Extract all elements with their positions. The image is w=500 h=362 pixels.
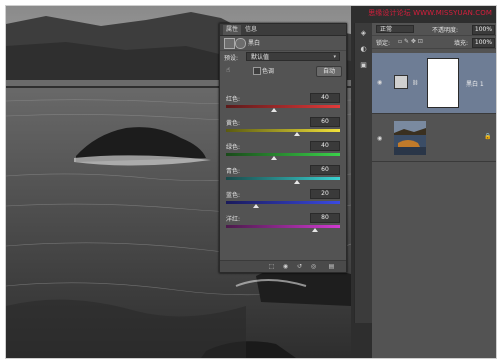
mask-icon[interactable] bbox=[235, 38, 246, 49]
adjustment-title: 黑白 bbox=[248, 40, 261, 47]
clip-to-layer-icon[interactable]: ⬚ bbox=[268, 263, 275, 270]
blend-row: 正常 不透明度: 100% bbox=[372, 23, 496, 36]
slider-thumb[interactable] bbox=[293, 132, 300, 136]
slider-track[interactable] bbox=[226, 201, 340, 204]
link-icon[interactable]: ⛓ bbox=[412, 80, 418, 86]
slider-thumb[interactable] bbox=[252, 204, 259, 208]
slider-thumb[interactable] bbox=[270, 108, 277, 112]
slider-thumb[interactable] bbox=[311, 228, 318, 232]
slider-label: 青色: bbox=[226, 168, 241, 175]
blend-mode-select[interactable]: 正常 bbox=[376, 25, 414, 33]
layer-name[interactable]: 黑白 1 bbox=[466, 79, 484, 88]
delete-icon[interactable]: ▤ bbox=[328, 263, 335, 270]
slider-label: 洋红: bbox=[226, 216, 241, 223]
adjustment-layer-icon[interactable] bbox=[224, 38, 235, 49]
opacity-label: 不透明度: bbox=[432, 27, 459, 34]
slider-label: 绿色: bbox=[226, 144, 241, 151]
adjustment-header: 黑白 bbox=[220, 36, 346, 51]
color-icon[interactable]: ◈ bbox=[359, 29, 368, 38]
visibility-icon[interactable]: ◎ bbox=[310, 263, 317, 270]
eye-icon[interactable]: ◉ bbox=[377, 135, 384, 142]
slider-label: 红色: bbox=[226, 96, 241, 103]
preset-label: 预设: bbox=[224, 55, 239, 62]
preset-value: 默认值 bbox=[251, 54, 270, 61]
slider-value-field[interactable]: 80 bbox=[310, 213, 340, 223]
properties-tabbar: 属性 信息 bbox=[220, 24, 346, 36]
lock-icons[interactable]: ▫ ✎ ✥ ⊡ bbox=[398, 38, 423, 45]
layers-panel: 正常 不透明度: 100% 锁定: ▫ ✎ ✥ ⊡ 填充: 100% ◉ ⛓ 黑… bbox=[372, 23, 496, 358]
watermark: 思缘设计论坛 WWW.MISSYUAN.COM bbox=[368, 9, 492, 17]
slider-value-field[interactable]: 40 bbox=[310, 93, 340, 103]
slider-value-field[interactable]: 20 bbox=[310, 189, 340, 199]
layer-thumbnail bbox=[394, 121, 426, 155]
slider-track[interactable] bbox=[226, 153, 340, 156]
slider-track[interactable] bbox=[226, 225, 340, 228]
preset-select[interactable]: 默认值 ▾ bbox=[246, 52, 340, 61]
styles-icon[interactable]: ▣ bbox=[359, 61, 368, 70]
layer-mask-thumbnail[interactable] bbox=[427, 58, 459, 108]
lock-label: 锁定: bbox=[376, 40, 391, 47]
properties-panel: 属性 信息 黑白 预设: 默认值 ▾ ☝ 色调 自动 红色: 40 黄色: 60 绿色:… bbox=[219, 23, 347, 273]
lock-row: 锁定: ▫ ✎ ✥ ⊡ 填充: 100% bbox=[372, 36, 496, 49]
adjustments-icon[interactable]: ◐ bbox=[359, 45, 368, 54]
slider-track[interactable] bbox=[226, 105, 340, 108]
reset-icon[interactable]: ↺ bbox=[296, 263, 303, 270]
slider-thumb[interactable] bbox=[293, 180, 300, 184]
fill-field[interactable]: 100% bbox=[472, 38, 495, 48]
view-previous-icon[interactable]: ◉ bbox=[282, 263, 289, 270]
lock-icon: 🔒 bbox=[484, 133, 492, 140]
tint-checkbox[interactable] bbox=[253, 67, 261, 75]
fill-label: 填充: bbox=[454, 40, 469, 47]
slider-value-field[interactable]: 60 bbox=[310, 117, 340, 127]
opacity-field[interactable]: 100% bbox=[472, 25, 495, 35]
targeted-adjustment-icon[interactable]: ☝ bbox=[226, 66, 230, 74]
tab-info[interactable]: 信息 bbox=[242, 25, 260, 35]
layer-row-bw[interactable]: ◉ ⛓ 黑白 1 bbox=[372, 53, 496, 114]
tint-label: 色调 bbox=[262, 68, 275, 75]
panel-icon-strip: ◈ ◐ ▣ bbox=[354, 23, 373, 323]
adjustment-thumb-icon bbox=[394, 75, 408, 89]
layer-row-background[interactable]: ◉ 🔒 bbox=[372, 115, 496, 162]
slider-thumb[interactable] bbox=[270, 156, 277, 160]
tab-properties[interactable]: 属性 bbox=[223, 25, 242, 35]
properties-footer: ⬚ ◉ ↺ ◎ ▤ bbox=[220, 260, 346, 272]
slider-track[interactable] bbox=[226, 177, 340, 180]
slider-value-field[interactable]: 60 bbox=[310, 165, 340, 175]
chevron-down-icon: ▾ bbox=[333, 54, 336, 60]
photoshop-window: 属性 信息 黑白 预设: 默认值 ▾ ☝ 色调 自动 红色: 40 黄色: 60 绿色:… bbox=[5, 5, 497, 359]
slider-track[interactable] bbox=[226, 129, 340, 132]
slider-value-field[interactable]: 40 bbox=[310, 141, 340, 151]
auto-button[interactable]: 自动 bbox=[316, 66, 342, 77]
slider-label: 蓝色: bbox=[226, 192, 241, 199]
eye-icon[interactable]: ◉ bbox=[377, 79, 384, 86]
slider-label: 黄色: bbox=[226, 120, 241, 127]
